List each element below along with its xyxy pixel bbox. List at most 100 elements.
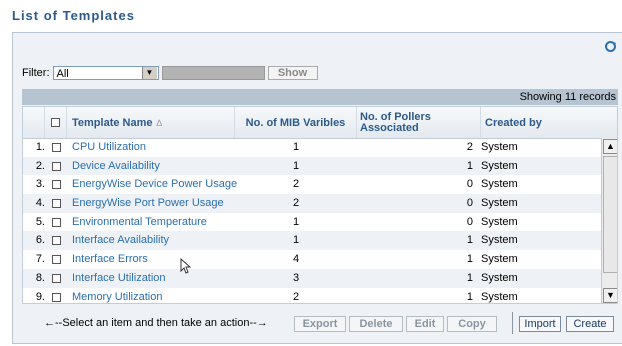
filter-select[interactable]: All ▼ (52, 66, 159, 80)
copy-button[interactable]: Copy (447, 316, 497, 332)
row-number: 5. (35, 215, 45, 228)
table-body: 1. CPU Utilization 1 2 System 2. Device … (23, 138, 601, 304)
export-button[interactable]: Export (294, 316, 346, 332)
table-row[interactable]: 9. Memory Utilization 2 1 System (23, 288, 601, 304)
created-by: System (481, 234, 518, 247)
row-checkbox[interactable] (52, 255, 61, 265)
row-checkbox[interactable] (52, 161, 61, 171)
row-checkbox[interactable] (52, 199, 61, 209)
mib-count: 1 (292, 234, 300, 247)
scroll-down-icon[interactable]: ▼ (603, 288, 617, 303)
record-count-text: Showing 11 records (519, 91, 616, 103)
column-created-by-label: Created by (485, 116, 542, 129)
row-number: 9. (35, 290, 45, 303)
filter-selected-value: All (56, 68, 69, 80)
page-title: List of Templates (12, 8, 135, 23)
template-name-link[interactable]: Interface Errors (72, 250, 148, 269)
created-by: System (481, 271, 518, 284)
row-checkbox[interactable] (52, 292, 61, 302)
mib-count: 4 (292, 253, 300, 266)
mib-count: 2 (292, 197, 300, 210)
template-name-link[interactable]: Memory Utilization (72, 288, 162, 304)
row-checkbox[interactable] (52, 217, 61, 227)
dropdown-arrow-icon[interactable]: ▼ (141, 67, 157, 79)
pollers-count: 1 (466, 159, 473, 172)
mouse-pointer-icon (180, 258, 192, 274)
pollers-count: 1 (466, 234, 473, 247)
pollers-count: 1 (466, 253, 473, 266)
column-pollers-associated[interactable]: No. of Pollers Associated (357, 107, 481, 138)
show-button[interactable]: Show (267, 66, 318, 80)
created-by: System (481, 159, 518, 172)
table-row[interactable]: 3. EnergyWise Device Power Usage 2 0 Sys… (23, 175, 601, 194)
row-checkbox[interactable] (52, 143, 61, 152)
mib-count: 3 (292, 271, 300, 284)
filter-label: Filter: (22, 67, 50, 79)
created-by: System (481, 141, 518, 153)
table-row[interactable]: 5. Environmental Temperature 1 0 System (23, 213, 601, 232)
mib-count: 1 (292, 141, 300, 153)
scroll-up-icon[interactable]: ▲ (603, 139, 617, 154)
pollers-count: 1 (466, 290, 473, 303)
refresh-icon[interactable] (604, 40, 617, 53)
column-created-by[interactable]: Created by (481, 107, 617, 138)
row-number: 3. (35, 178, 45, 191)
created-by: System (481, 253, 518, 266)
column-mib-variables-label: No. of MIB Varibles (245, 116, 346, 129)
created-by: System (481, 197, 518, 210)
template-name-link[interactable]: EnergyWise Device Power Usage (72, 175, 237, 194)
created-by: System (481, 178, 518, 191)
template-name-link[interactable]: Interface Availability (72, 231, 169, 250)
created-by: System (481, 290, 518, 303)
table-row[interactable]: 6. Interface Availability 1 1 System (23, 231, 601, 251)
row-checkbox[interactable] (52, 236, 61, 246)
template-name-link[interactable]: Device Availability (72, 157, 160, 176)
row-number: 4. (35, 197, 45, 210)
column-template-name-label: Template Name (72, 116, 153, 129)
table-row[interactable]: 8. Interface Utilization 3 1 System (23, 268, 601, 288)
filter-row: Filter: All ▼ Show (22, 65, 318, 81)
template-name-link[interactable]: EnergyWise Port Power Usage (72, 194, 224, 213)
created-by: System (481, 215, 518, 228)
table-row[interactable]: 2. Device Availability 1 1 System (23, 156, 601, 176)
create-button[interactable]: Create (566, 316, 614, 332)
mib-count: 1 (292, 215, 300, 228)
table-row[interactable]: 7. Interface Errors 4 1 System (23, 250, 601, 269)
table-row[interactable]: 1. CPU Utilization 1 2 System (23, 138, 601, 157)
edit-button[interactable]: Edit (406, 316, 444, 332)
select-all-checkbox[interactable] (51, 118, 60, 127)
table-header: Template Name ∆ No. of MIB Varibles No. … (23, 107, 617, 139)
table-row[interactable]: 4. EnergyWise Port Power Usage 2 0 Syste… (23, 194, 601, 213)
template-name-link[interactable]: Interface Utilization (72, 269, 166, 288)
row-number: 2. (35, 159, 45, 172)
mib-count: 1 (292, 159, 300, 172)
filter-text-input[interactable] (161, 66, 265, 80)
row-number: 7. (35, 253, 45, 266)
pollers-count: 2 (466, 141, 473, 153)
pollers-count: 1 (466, 271, 473, 284)
column-mib-variables[interactable]: No. of MIB Varibles (235, 107, 357, 138)
column-pollers-associated-label: No. of Pollers Associated (360, 110, 431, 134)
sort-ascending-icon: ∆ (156, 117, 163, 128)
row-number: 6. (35, 234, 45, 247)
column-template-name[interactable]: Template Name ∆ (67, 107, 235, 138)
vertical-scrollbar[interactable]: ▲ ▼ (601, 138, 617, 303)
delete-button[interactable]: Delete (349, 316, 403, 332)
pollers-count: 0 (466, 178, 473, 191)
action-hint: ←--Select an item and then take an actio… (44, 317, 268, 329)
status-bar: Showing 11 records (22, 89, 618, 105)
header-number-cell (23, 107, 45, 138)
import-button[interactable]: Import (519, 316, 561, 332)
template-name-link[interactable]: Environmental Temperature (72, 213, 207, 232)
action-bar: ←--Select an item and then take an actio… (22, 308, 618, 338)
template-name-link[interactable]: CPU Utilization (72, 138, 146, 157)
row-number: 8. (35, 271, 45, 284)
templates-table: Template Name ∆ No. of MIB Varibles No. … (22, 106, 618, 304)
pollers-count: 0 (466, 197, 473, 210)
scrollbar-thumb[interactable] (603, 156, 617, 273)
row-number: 1. (35, 141, 45, 153)
header-checkbox-cell (45, 107, 67, 138)
row-checkbox[interactable] (52, 180, 61, 190)
row-checkbox[interactable] (52, 273, 61, 283)
action-separator (512, 312, 513, 334)
